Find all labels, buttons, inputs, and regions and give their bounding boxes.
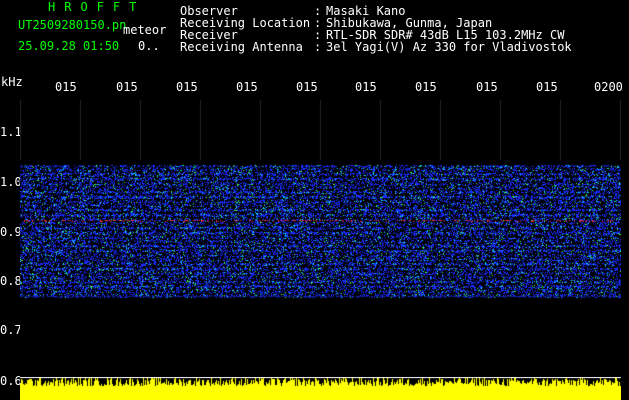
- y-tick-label: 1.0: [0, 175, 22, 189]
- y-tick-label: 0.8: [0, 274, 22, 288]
- info-separator: :: [314, 40, 322, 54]
- x-tick-label: 015: [236, 80, 258, 94]
- info-label: Receiving Antenna: [180, 40, 303, 54]
- x-tick-label: 015: [176, 80, 198, 94]
- brand-title: HROFFT: [48, 0, 146, 14]
- filename-label: UT2509280150.pn: [18, 18, 127, 32]
- info-value: 3el Yagi(V) Az 330 for Vladivostok: [326, 40, 572, 54]
- x-tick-label: 0200: [594, 80, 623, 94]
- y-tick-label: 1.1: [0, 125, 22, 139]
- info-row-antenna: Receiving Antenna : 3el Yagi(V) Az 330 f…: [180, 41, 572, 53]
- datetime-label: 25.09.28 01:50: [18, 39, 120, 53]
- y-tick-label: 0.9: [0, 225, 22, 239]
- x-tick-label: 015: [536, 80, 558, 94]
- x-tick-label: 015: [55, 80, 77, 94]
- y-tick-label: 0.6: [0, 374, 22, 388]
- count-label: 0..: [138, 39, 160, 53]
- frequency-unit-label: kHz: [1, 75, 23, 89]
- station-info: Observer : Masaki Kano Receiving Locatio…: [180, 5, 572, 53]
- y-tick-label: 0.7: [0, 323, 22, 337]
- x-tick-label: 015: [476, 80, 498, 94]
- x-tick-label: 015: [296, 80, 318, 94]
- spectrogram-canvas: [20, 100, 621, 400]
- x-tick-label: 015: [415, 80, 437, 94]
- x-tick-label: 015: [355, 80, 377, 94]
- x-tick-label: 015: [116, 80, 138, 94]
- signal-level-bar: [20, 377, 621, 400]
- meteor-label: meteor: [123, 23, 167, 37]
